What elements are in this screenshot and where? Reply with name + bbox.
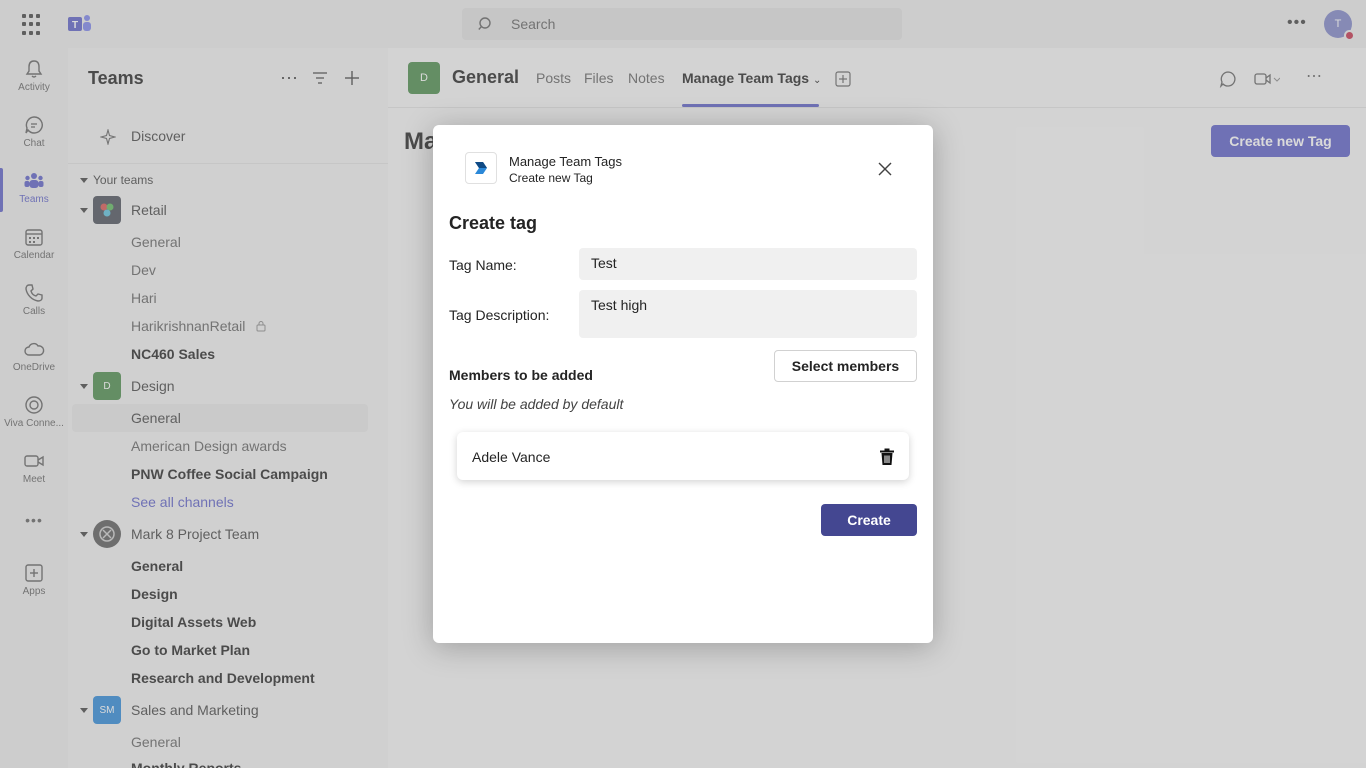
members-heading: Members to be added xyxy=(449,367,593,383)
member-name: Adele Vance xyxy=(472,449,551,465)
app-icon xyxy=(465,152,497,184)
create-tag-dialog: Manage Team Tags Create new Tag Create t… xyxy=(433,125,933,643)
tag-description-label: Tag Description: xyxy=(449,307,550,323)
member-card: Adele Vance xyxy=(457,432,909,480)
tag-name-field[interactable]: Test xyxy=(579,248,917,280)
select-members-button[interactable]: Select members xyxy=(774,350,917,382)
tag-app-logo-icon xyxy=(475,162,487,174)
app-name: Manage Team Tags xyxy=(509,154,622,169)
dialog-title: Create tag xyxy=(449,213,538,233)
app-subtitle: Create new Tag xyxy=(509,171,593,185)
tag-description-field[interactable]: Test high xyxy=(579,290,917,338)
create-button[interactable]: Create xyxy=(821,504,917,536)
tag-name-label: Tag Name: xyxy=(449,257,517,273)
delete-trash-icon[interactable] xyxy=(879,448,895,466)
close-icon[interactable] xyxy=(876,160,894,178)
members-note: You will be added by default xyxy=(449,396,624,412)
